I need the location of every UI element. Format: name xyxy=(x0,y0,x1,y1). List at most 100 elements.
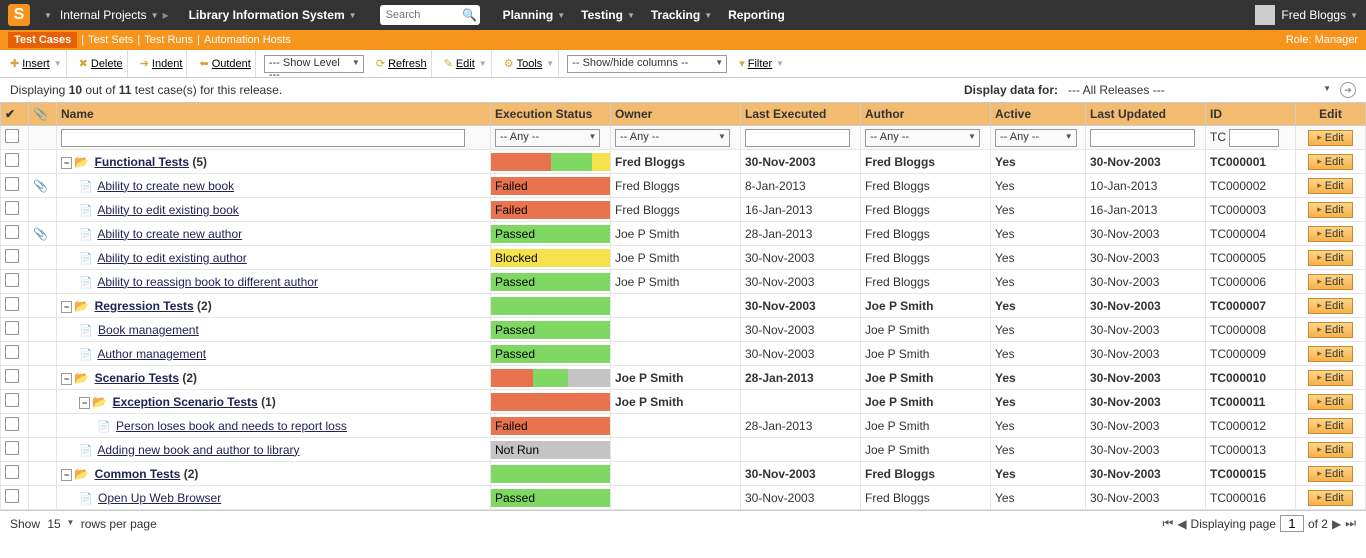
row-checkbox[interactable] xyxy=(5,297,19,311)
row-edit-button[interactable]: Edit xyxy=(1308,370,1353,386)
filter-name-input[interactable] xyxy=(61,129,465,147)
filter-lastupd-input[interactable] xyxy=(1090,129,1195,147)
releases-select[interactable]: --- All Releases --- xyxy=(1064,82,1334,98)
insert-button[interactable]: ✚Insert▼ xyxy=(6,50,67,77)
row-name-link[interactable]: Person loses book and needs to report lo… xyxy=(116,419,347,433)
row-edit-button[interactable]: Edit xyxy=(1308,466,1353,482)
first-page-icon[interactable]: ⏮ xyxy=(1163,516,1174,531)
row-checkbox[interactable] xyxy=(5,369,19,383)
row-checkbox[interactable] xyxy=(5,177,19,191)
prev-page-icon[interactable]: ◀ xyxy=(1177,517,1186,531)
row-name-link[interactable]: Regression Tests xyxy=(95,299,194,313)
row-checkbox[interactable] xyxy=(5,489,19,503)
col-last-executed[interactable]: Last Executed xyxy=(741,103,861,126)
filter-id-input[interactable] xyxy=(1229,129,1279,147)
col-id[interactable]: ID xyxy=(1206,103,1296,126)
row-edit-button[interactable]: Edit xyxy=(1308,442,1353,458)
tab-test-cases[interactable]: Test Cases xyxy=(8,32,77,48)
row-name-link[interactable]: Book management xyxy=(98,323,199,337)
row-edit-button[interactable]: Edit xyxy=(1308,250,1353,266)
rows-per-page-select[interactable]: 15 xyxy=(43,516,77,532)
col-exec-status[interactable]: Execution Status xyxy=(491,103,611,126)
row-edit-button[interactable]: Edit xyxy=(1308,346,1353,362)
col-name[interactable]: Name xyxy=(57,103,491,126)
row-edit-button[interactable]: Edit xyxy=(1308,154,1353,170)
row-name-link[interactable]: Ability to create new author xyxy=(97,227,242,241)
row-name-link[interactable]: Common Tests xyxy=(95,467,181,481)
row-edit-button[interactable]: Edit xyxy=(1308,226,1353,242)
row-name-link[interactable]: Scenario Tests xyxy=(95,371,179,385)
go-icon[interactable]: ➔ xyxy=(1340,82,1356,98)
row-name-link[interactable]: Exception Scenario Tests xyxy=(113,395,258,409)
filter-status-select[interactable]: -- Any -- xyxy=(495,129,600,147)
row-checkbox[interactable] xyxy=(5,153,19,167)
row-edit-button[interactable]: Edit xyxy=(1308,178,1353,194)
filter-active-select[interactable]: -- Any -- xyxy=(995,129,1077,147)
row-checkbox[interactable] xyxy=(5,393,19,407)
expander-icon[interactable]: − xyxy=(61,157,72,169)
app-logo[interactable]: S xyxy=(8,4,30,26)
refresh-button[interactable]: ⟳Refresh xyxy=(372,50,432,77)
row-edit-button[interactable]: Edit xyxy=(1308,490,1353,506)
chevron-down-icon[interactable]: ▼ xyxy=(44,11,52,20)
row-name-link[interactable]: Adding new book and author to library xyxy=(97,443,299,457)
col-last-updated[interactable]: Last Updated xyxy=(1086,103,1206,126)
row-checkbox[interactable] xyxy=(5,321,19,335)
filter-lastexec-input[interactable] xyxy=(745,129,850,147)
row-checkbox[interactable] xyxy=(5,201,19,215)
tab-test-runs[interactable]: Test Runs xyxy=(144,34,193,46)
indent-button[interactable]: ➔Indent xyxy=(136,50,188,77)
breadcrumb-project[interactable]: Internal Projects▼ ▸ xyxy=(52,0,181,30)
row-checkbox[interactable] xyxy=(5,465,19,479)
select-all-checkbox[interactable] xyxy=(5,129,19,143)
row-checkbox[interactable] xyxy=(5,417,19,431)
expander-icon[interactable]: − xyxy=(79,397,90,409)
row-name-link[interactable]: Ability to reassign book to different au… xyxy=(97,275,318,289)
edit-menu[interactable]: ✎Edit▼ xyxy=(440,50,492,77)
col-owner[interactable]: Owner xyxy=(611,103,741,126)
col-check-icon[interactable]: ✔ xyxy=(1,103,29,126)
search-input[interactable] xyxy=(380,9,460,21)
tab-automation-hosts[interactable]: Automation Hosts xyxy=(204,34,291,46)
row-name-link[interactable]: Ability to create new book xyxy=(97,179,234,193)
expander-icon[interactable]: − xyxy=(61,469,72,481)
breadcrumb-module[interactable]: Library Information System▼ xyxy=(181,0,365,30)
row-edit-button[interactable]: Edit xyxy=(1308,202,1353,218)
next-page-icon[interactable]: ▶ xyxy=(1332,517,1341,531)
nav-testing[interactable]: Testing▼ xyxy=(573,0,643,30)
col-author[interactable]: Author xyxy=(861,103,991,126)
expander-icon[interactable]: − xyxy=(61,301,72,313)
page-input[interactable] xyxy=(1280,515,1304,532)
filter-edit-button[interactable]: Edit xyxy=(1308,130,1353,146)
col-active[interactable]: Active xyxy=(991,103,1086,126)
row-name-link[interactable]: Ability to edit existing book xyxy=(97,203,238,217)
row-checkbox[interactable] xyxy=(5,249,19,263)
row-checkbox[interactable] xyxy=(5,345,19,359)
user-menu[interactable]: Fred Bloggs▼ xyxy=(1255,5,1358,25)
row-edit-button[interactable]: Edit xyxy=(1308,322,1353,338)
filter-owner-select[interactable]: -- Any -- xyxy=(615,129,730,147)
row-edit-button[interactable]: Edit xyxy=(1308,418,1353,434)
row-name-link[interactable]: Functional Tests xyxy=(95,155,189,169)
show-hide-columns-select[interactable]: -- Show/hide columns -- xyxy=(567,55,727,73)
nav-reporting[interactable]: Reporting xyxy=(720,0,793,30)
tools-menu[interactable]: ⚙Tools▼ xyxy=(500,50,559,77)
tab-test-sets[interactable]: Test Sets xyxy=(88,34,133,46)
row-checkbox[interactable] xyxy=(5,225,19,239)
row-name-link[interactable]: Open Up Web Browser xyxy=(98,491,221,505)
show-level-select[interactable]: --- Show Level --- xyxy=(264,55,364,73)
filter-button[interactable]: ▾Filter▼ xyxy=(735,50,788,77)
row-edit-button[interactable]: Edit xyxy=(1308,394,1353,410)
expander-icon[interactable]: − xyxy=(61,373,72,385)
col-attachment-icon[interactable]: 📎 xyxy=(29,103,57,126)
filter-author-select[interactable]: -- Any -- xyxy=(865,129,980,147)
row-name-link[interactable]: Author management xyxy=(97,347,206,361)
row-edit-button[interactable]: Edit xyxy=(1308,274,1353,290)
nav-tracking[interactable]: Tracking▼ xyxy=(643,0,720,30)
delete-button[interactable]: ✖Delete xyxy=(75,50,128,77)
row-edit-button[interactable]: Edit xyxy=(1308,298,1353,314)
nav-planning[interactable]: Planning▼ xyxy=(495,0,574,30)
search-icon[interactable]: 🔍 xyxy=(460,8,480,22)
outdent-button[interactable]: ⬅Outdent xyxy=(195,50,255,77)
row-checkbox[interactable] xyxy=(5,441,19,455)
